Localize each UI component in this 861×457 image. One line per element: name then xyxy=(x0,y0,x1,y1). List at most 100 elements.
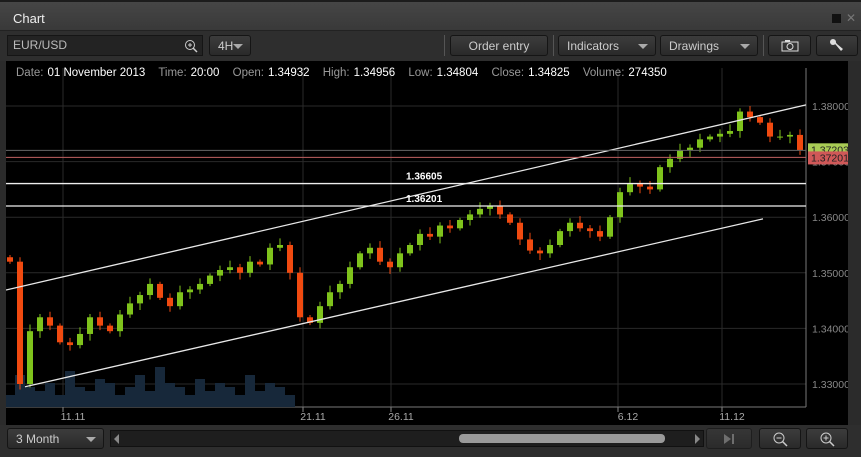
candlestick xyxy=(677,143,683,163)
candle-body xyxy=(157,283,163,298)
camera-icon xyxy=(781,40,798,52)
candle-body xyxy=(637,183,643,187)
volume-bar xyxy=(185,395,195,407)
symbol-search-input[interactable]: EUR/USD xyxy=(7,35,203,56)
maximize-button[interactable] xyxy=(832,14,841,23)
candlestick xyxy=(147,278,153,300)
chevron-down-icon xyxy=(86,437,96,442)
chart-canvas[interactable]: 1.380001.370001.360001.350001.340001.330… xyxy=(6,61,848,425)
candlestick xyxy=(117,310,123,337)
go-to-end-button[interactable] xyxy=(706,428,752,449)
candlestick xyxy=(547,239,553,258)
candlestick xyxy=(477,202,483,218)
candlestick xyxy=(777,129,783,140)
candlestick xyxy=(577,216,583,232)
candle-body xyxy=(97,317,103,326)
candle-body xyxy=(207,275,213,284)
zoom-out-button[interactable] xyxy=(759,428,801,449)
close-button[interactable]: ✕ xyxy=(846,12,856,24)
candle-body xyxy=(327,292,333,307)
candlestick xyxy=(347,261,353,289)
indicators-dropdown[interactable]: Indicators xyxy=(558,35,656,56)
candlestick xyxy=(27,324,33,388)
volume-bar xyxy=(225,387,235,407)
candle-body xyxy=(787,134,793,137)
date-value: 01 November 2013 xyxy=(47,67,146,79)
candle-body xyxy=(257,261,263,265)
candle-body xyxy=(237,267,243,273)
candle-body xyxy=(137,295,143,304)
candlestick xyxy=(157,281,163,301)
candle-body xyxy=(707,136,713,140)
candle-body xyxy=(227,267,233,271)
candle-body xyxy=(697,139,703,148)
order-entry-label: Order entry xyxy=(468,38,530,53)
volume-bar xyxy=(25,387,35,407)
zoom-search-icon[interactable] xyxy=(184,39,198,53)
candlestick xyxy=(627,177,633,196)
chevron-down-icon xyxy=(740,44,750,49)
candle-body xyxy=(17,261,23,384)
candlestick xyxy=(597,225,603,242)
scroll-left-icon[interactable] xyxy=(114,434,119,444)
volume-label: Volume: xyxy=(582,67,625,79)
candlestick xyxy=(267,243,273,271)
candlestick xyxy=(237,263,243,280)
divider xyxy=(763,35,764,56)
candle-body xyxy=(667,158,673,168)
candlestick xyxy=(7,255,13,264)
candlestick xyxy=(727,124,733,138)
candle-body xyxy=(797,134,803,151)
candle-body xyxy=(177,292,183,307)
candlestick xyxy=(277,238,283,252)
candlestick xyxy=(127,296,133,318)
volume-bar xyxy=(35,391,45,407)
price-chart[interactable]: 1.380001.370001.360001.350001.340001.330… xyxy=(6,61,848,425)
volume-bar xyxy=(6,395,15,407)
divider xyxy=(444,35,445,56)
candle-body xyxy=(747,111,753,118)
candle-body xyxy=(447,225,453,229)
scroll-right-icon[interactable] xyxy=(695,434,700,444)
interval-value: 4H xyxy=(218,38,234,53)
screenshot-button[interactable] xyxy=(768,35,811,56)
candle-body xyxy=(357,253,363,268)
candlestick xyxy=(227,260,233,274)
candle-body xyxy=(647,186,653,190)
candle-body xyxy=(557,231,563,245)
candle-body xyxy=(77,333,83,346)
candlestick xyxy=(607,214,613,239)
candlestick xyxy=(67,337,73,351)
chart-scrollbar[interactable] xyxy=(110,430,704,447)
candlestick xyxy=(657,164,663,192)
candlestick xyxy=(57,323,63,345)
candlestick xyxy=(307,315,313,326)
zoom-in-button[interactable] xyxy=(806,428,848,449)
volume-bar xyxy=(125,387,135,407)
candle-body xyxy=(427,233,433,237)
x-tick-label: 11.12 xyxy=(719,411,745,423)
ask-price-label: 1.37201 xyxy=(811,152,848,164)
candlestick xyxy=(47,311,53,331)
volume-bar xyxy=(135,375,145,407)
candle-body xyxy=(57,325,63,343)
x-tick-label: 11.11 xyxy=(61,411,86,423)
volume-bar xyxy=(235,395,245,407)
volume-bar xyxy=(255,391,265,407)
close-value: 1.34825 xyxy=(528,67,570,79)
candlestick xyxy=(637,180,643,194)
trend-line xyxy=(24,218,764,388)
candlestick xyxy=(797,129,803,155)
scrollbar-thumb[interactable] xyxy=(459,434,665,443)
drawings-dropdown[interactable]: Drawings xyxy=(660,35,758,56)
interval-dropdown[interactable]: 4H xyxy=(209,35,251,56)
order-entry-button[interactable]: Order entry xyxy=(450,35,548,56)
candle-body xyxy=(37,317,43,332)
candlestick xyxy=(467,209,473,226)
range-dropdown[interactable]: 3 Month xyxy=(7,428,104,449)
settings-button[interactable] xyxy=(816,35,858,56)
volume-bar xyxy=(175,387,185,407)
candle-body xyxy=(567,222,573,232)
candlestick xyxy=(257,259,263,267)
candle-body xyxy=(467,214,473,220)
